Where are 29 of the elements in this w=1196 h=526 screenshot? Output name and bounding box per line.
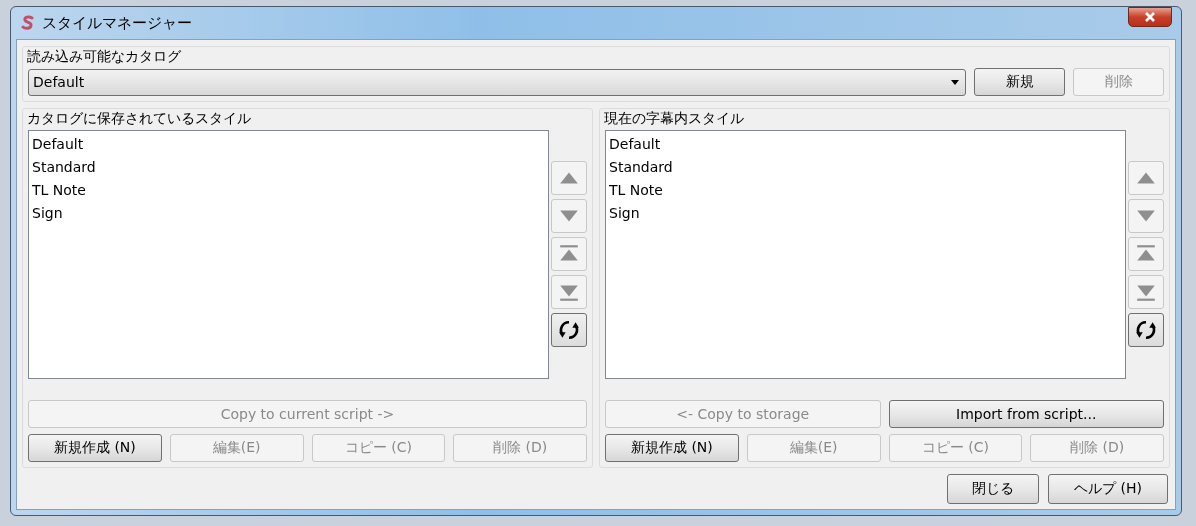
- icon-button[interactable]: [1128, 313, 1164, 347]
- button[interactable]: 新規作成 (N): [28, 434, 162, 462]
- window-title: スタイルマネージャー: [42, 13, 193, 33]
- button[interactable]: Import from script...: [888, 400, 1164, 428]
- list-item[interactable]: TL Note: [609, 179, 1122, 202]
- caret-icon: [951, 79, 959, 85]
- list-item[interactable]: Sign: [32, 202, 545, 225]
- list-item[interactable]: Standard: [609, 156, 1122, 179]
- list-item[interactable]: TL Note: [32, 179, 545, 202]
- group-label: カタログに保存されているスタイル: [27, 109, 252, 127]
- button[interactable]: 新規作成 (N): [605, 434, 739, 462]
- app-logo-icon: [20, 15, 36, 31]
- refresh-icon: [1135, 319, 1157, 341]
- list-item[interactable]: Sign: [609, 202, 1122, 225]
- style-list[interactable]: Default Standard TL Note Sign: [28, 130, 549, 379]
- list-item[interactable]: Default: [32, 133, 545, 156]
- icon-button[interactable]: [551, 313, 587, 347]
- button[interactable]: 閉じる: [947, 474, 1039, 504]
- group-label: 現在の字幕内スタイル: [604, 109, 745, 127]
- close-icon: [1144, 11, 1156, 23]
- catalog-dropdown[interactable]: Default: [28, 68, 966, 96]
- style-list[interactable]: Default Standard TL Note Sign: [605, 130, 1126, 379]
- button[interactable]: 新規: [974, 68, 1065, 96]
- group-label: 読み込み可能なカタログ: [27, 47, 182, 65]
- list-item[interactable]: Standard: [32, 156, 545, 179]
- close-button[interactable]: [1128, 7, 1172, 27]
- button[interactable]: ヘルプ (H): [1048, 474, 1168, 504]
- refresh-icon: [558, 319, 580, 341]
- list-item[interactable]: Default: [609, 133, 1122, 156]
